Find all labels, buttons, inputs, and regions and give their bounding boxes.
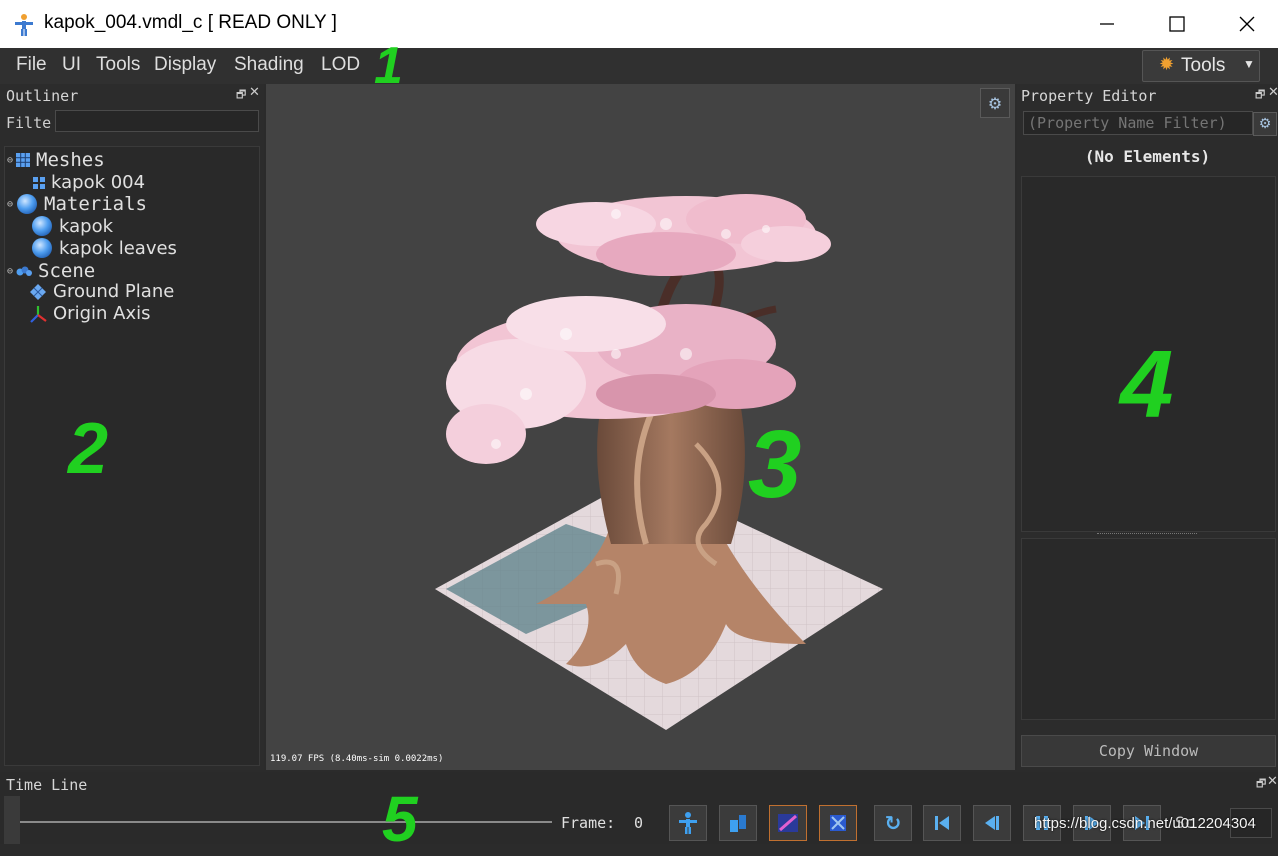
annotation-5: 5 (382, 783, 418, 855)
material-sphere-icon (32, 216, 52, 236)
show-bones-button[interactable] (719, 805, 757, 841)
minimize-icon (1100, 23, 1114, 25)
viewport-scene (435, 194, 883, 730)
outliner-panel: Outliner 🗗 ✕ Filte ⊖ Meshes kapok 004 ⊖ (0, 84, 264, 770)
tree-node-kapok-004[interactable]: kapok 004 (33, 172, 145, 193)
menu-display[interactable]: Display (154, 54, 216, 76)
tree-label: kapok leaves (59, 237, 177, 259)
menu-lod[interactable]: LOD (321, 54, 360, 76)
scene-icon (16, 266, 33, 276)
show-skeleton-button[interactable] (669, 805, 707, 841)
tree-label: Meshes (36, 149, 105, 171)
property-filter-input[interactable] (1023, 111, 1253, 135)
tree-label: kapok (59, 215, 113, 237)
axis-icon (30, 305, 47, 323)
mesh-grid-icon (16, 153, 31, 167)
splitter-handle[interactable] (1097, 533, 1197, 536)
window-title: kapok_004.vmdl_c [ READ ONLY ] (44, 12, 337, 33)
tree-node-materials[interactable]: ⊖ Materials (7, 193, 147, 215)
animation-icon (778, 814, 798, 832)
loop-button[interactable]: ↻ (874, 805, 912, 841)
tree-node-kapok-leaves[interactable]: kapok leaves (31, 237, 177, 259)
menu-tools[interactable]: Tools (96, 54, 140, 76)
menu-file[interactable]: File (16, 54, 47, 76)
tree-node-origin-axis[interactable]: Origin Axis (29, 303, 150, 324)
show-animation-button[interactable] (769, 805, 807, 841)
viewport-settings-button[interactable]: ⚙ (980, 88, 1010, 118)
tree-node-scene[interactable]: ⊖ Scene (7, 260, 95, 282)
menu-bar: File UI Tools Display Shading LOD (0, 48, 1278, 84)
close-panel-icon[interactable]: ✕ (1268, 85, 1278, 100)
tree-label: Materials (44, 193, 147, 215)
gear-icon: ⚙ (1258, 116, 1272, 132)
outliner-title: Outliner (6, 87, 79, 105)
window-titlebar: kapok_004.vmdl_c [ READ ONLY ] (0, 0, 1278, 48)
timeline-scroll-handle[interactable] (4, 796, 20, 844)
property-editor-title: Property Editor (1021, 87, 1157, 105)
maximize-icon (1169, 16, 1185, 32)
property-detail-area (1021, 538, 1276, 720)
annotation-3: 3 (748, 411, 802, 518)
no-elements-label: (No Elements) (1084, 147, 1211, 166)
annotation-2: 2 (68, 409, 109, 489)
fps-counter: 119.07 FPS (8.40ms-sim 0.0022ms) (270, 754, 444, 764)
float-icon[interactable]: 🗗 (1255, 86, 1265, 105)
canopy-upper (536, 194, 831, 276)
close-icon (1239, 16, 1255, 32)
close-button[interactable] (1212, 0, 1278, 48)
ground-plane-icon (30, 283, 46, 300)
tools-dropdown-button[interactable]: ✹ Tools ▼ (1142, 50, 1260, 82)
outliner-filter-input[interactable] (55, 110, 259, 132)
material-sphere-icon (17, 194, 38, 214)
gear-icon: ⚙ (987, 93, 1003, 113)
prev-frame-button[interactable] (973, 805, 1011, 841)
timeline-slider[interactable] (20, 821, 552, 823)
gear-icon: ✹ (1159, 54, 1175, 74)
close-panel-icon[interactable]: ✕ (1267, 774, 1278, 789)
filter-label: Filte (6, 114, 52, 132)
mesh-icon (33, 176, 45, 189)
tree-node-meshes[interactable]: ⊖ Meshes (7, 149, 105, 171)
property-settings-button[interactable]: ⚙ (1253, 112, 1277, 136)
first-frame-icon (935, 816, 949, 830)
float-icon[interactable]: 🗗 (236, 86, 246, 105)
maximize-button[interactable] (1142, 0, 1212, 48)
show-physics-button[interactable] (819, 805, 857, 841)
app-icon (15, 14, 33, 36)
tree-label: Origin Axis (53, 303, 151, 324)
material-sphere-icon (32, 238, 52, 258)
loop-icon: ↻ (884, 811, 902, 835)
timeline-title: Time Line (6, 776, 88, 794)
chevron-down-icon: ▼ (1243, 57, 1255, 71)
tree-node-ground-plane[interactable]: Ground Plane (29, 281, 174, 302)
copy-window-button[interactable]: Copy Window (1021, 735, 1276, 767)
prev-frame-icon (985, 816, 999, 830)
collapse-icon[interactable]: ⊖ (7, 199, 13, 210)
bone-icon (730, 815, 746, 832)
physics-icon (830, 815, 846, 831)
tree-label: kapok 004 (51, 172, 146, 193)
minimize-button[interactable] (1072, 0, 1142, 48)
close-panel-icon[interactable]: ✕ (249, 85, 260, 100)
tree-node-kapok[interactable]: kapok (31, 215, 113, 237)
outliner-tree: ⊖ Meshes kapok 004 ⊖ Materials kapok kap… (4, 146, 260, 766)
watermark: https://blog.csdn.net/u012204304 (1034, 815, 1256, 832)
menu-ui[interactable]: UI (62, 54, 81, 76)
collapse-icon[interactable]: ⊖ (7, 155, 13, 166)
annotation-4: 4 (1120, 331, 1174, 438)
tree-label: Ground Plane (53, 281, 175, 302)
frame-label: Frame: (561, 814, 616, 832)
frame-value: 0 (634, 814, 644, 832)
collapse-icon[interactable]: ⊖ (7, 266, 13, 277)
skeleton-icon (679, 812, 697, 834)
float-icon[interactable]: 🗗 (1256, 775, 1266, 794)
tree-label: Scene (38, 260, 96, 282)
3d-viewport[interactable]: ⚙ 119.07 FPS (8.40ms-sim 0.0022ms) (266, 84, 1015, 770)
first-frame-button[interactable] (923, 805, 961, 841)
tools-button-label: Tools (1181, 55, 1226, 76)
annotation-1: 1 (374, 37, 403, 95)
menu-shading[interactable]: Shading (234, 54, 304, 76)
